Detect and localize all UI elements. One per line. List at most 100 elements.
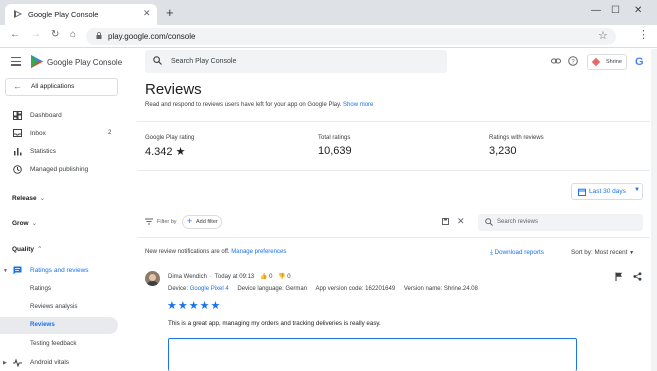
hamburger-menu-icon[interactable] [11, 57, 21, 68]
add-filter-button[interactable]: + Add filter [182, 215, 222, 229]
star-icon: ★ [188, 300, 200, 312]
filter-icon [145, 218, 153, 225]
manage-preferences-link[interactable]: Manage preferences [231, 249, 286, 255]
clear-filters-icon[interactable]: ✕ [457, 216, 465, 227]
statistics-icon [14, 148, 22, 156]
reload-icon[interactable]: ↻ [51, 29, 59, 40]
all-applications-label: All applications [31, 83, 75, 90]
page-title: Reviews [145, 81, 202, 98]
star-rating: ★★★★★ [167, 299, 221, 312]
bookmark-star-icon[interactable]: ☆ [598, 29, 608, 42]
review-time: Today at 09:13 [214, 274, 255, 280]
section-label: Release [12, 195, 37, 202]
sidebar-subitem-reviews[interactable]: Reviews [0, 317, 118, 334]
search-icon [485, 218, 493, 226]
device-link[interactable]: Google Pixel 4 [190, 286, 229, 292]
lock-icon [96, 32, 102, 39]
app-selector-label: Shrine [606, 59, 622, 65]
link-icon[interactable] [551, 56, 561, 66]
caret-right-icon: ▶ [3, 360, 7, 366]
star-icon: ★ [199, 300, 211, 312]
google-play-rating-value: 4.342 ★ [145, 145, 185, 158]
help-icon[interactable]: ? [568, 56, 578, 66]
search-reviews-input[interactable]: Search reviews [478, 214, 643, 231]
address-bar[interactable]: play.google.com/console ☆ [86, 28, 616, 45]
inbox-icon [13, 129, 22, 137]
google-account-icon[interactable]: G [635, 56, 644, 68]
app-version-code: App version code: 162201649 [315, 286, 396, 292]
download-icon: ⤓ [490, 249, 493, 256]
window-close-icon[interactable]: ✕ [634, 5, 642, 16]
review-header: Dima Wendich · Today at 09:13 👍 0 👎 0 [168, 273, 291, 280]
sidebar-item-ratings-and-reviews[interactable]: ▼ Ratings and reviews [0, 262, 118, 280]
stat-label: Total ratings [318, 135, 351, 141]
show-more-link[interactable]: Show more [343, 102, 373, 108]
review-metadata: Device: Google Pixel 4 Device language: … [168, 286, 478, 292]
sidebar-subitem-reviews-analysis[interactable]: Reviews analysis [0, 299, 118, 316]
thumbs-down-icon[interactable]: 👎 [278, 273, 285, 280]
download-reports-label: Download reports [494, 249, 544, 256]
minimize-icon[interactable]: — [591, 5, 601, 16]
app-selector-chip[interactable]: Shrine [587, 54, 627, 70]
flag-icon[interactable] [615, 272, 623, 281]
sidebar-item-label: Statistics [30, 148, 57, 155]
reviews-icon [13, 266, 22, 275]
star-icon: ★ [175, 146, 186, 158]
new-tab-icon[interactable]: + [166, 5, 174, 20]
notice-text: New review notifications are off. [145, 249, 230, 255]
sidebar-section-quality[interactable]: Quality ⌃ [12, 245, 43, 253]
star-icon: ★ [167, 300, 178, 312]
plus-icon: + [187, 216, 193, 226]
sidebar-section-grow[interactable]: Grow ⌄ [12, 219, 37, 227]
divider [137, 237, 650, 238]
home-icon[interactable]: ⌂ [70, 29, 76, 40]
inbox-count-badge: 2 [108, 130, 112, 136]
avatar [145, 271, 160, 286]
app-name: Google Play Console [47, 58, 123, 67]
date-range-selector[interactable]: Last 30 days ▼ [571, 183, 643, 200]
sort-by-dropdown[interactable]: Sort by: Most recent ▼ [571, 249, 634, 256]
chevron-up-icon: ⌃ [37, 246, 43, 253]
sidebar-item-label: Inbox [30, 130, 46, 137]
sidebar-item-dashboard[interactable]: Dashboard [0, 107, 118, 125]
sort-by-label: Sort by: Most recent [571, 249, 628, 256]
sidebar-item-inbox[interactable]: Inbox 2 [0, 125, 118, 143]
date-range-label: Last 30 days [589, 188, 626, 195]
download-reports-button[interactable]: ⤓ Download reports [490, 249, 544, 257]
all-applications-button[interactable]: ← All applications [5, 78, 118, 96]
tab-close-icon[interactable]: ✕ [143, 8, 151, 19]
browser-tab[interactable]: Google Play Console ✕ [5, 4, 157, 25]
caret-down-icon: ▼ [629, 250, 635, 256]
sidebar-item-android-vitals[interactable]: ▶ Android vitals [0, 354, 118, 371]
sidebar-subitem-label: Reviews analysis [30, 303, 78, 310]
thumbs-up-icon[interactable]: 👍 [260, 273, 267, 280]
forward-arrow-icon[interactable]: → [31, 29, 41, 40]
browser-toolbar: ← → ↻ ⌂ play.google.com/console ☆ ⋮ [0, 25, 657, 48]
tab-title: Google Play Console [28, 10, 99, 19]
sidebar-item-statistics[interactable]: Statistics [0, 143, 118, 161]
sidebar-item-managed-publishing[interactable]: Managed publishing [0, 161, 118, 179]
vertical-scrollbar[interactable] [651, 49, 657, 371]
calendar-icon [578, 188, 586, 196]
device-language: Device language: German [237, 286, 308, 292]
search-input[interactable]: Search Play Console [145, 50, 447, 73]
browser-menu-icon[interactable]: ⋮ [638, 28, 649, 41]
search-icon [153, 56, 162, 65]
star-icon: ★ [177, 300, 189, 312]
sidebar-item-label: Android vitals [30, 359, 70, 366]
save-filter-icon[interactable] [442, 218, 449, 225]
helpful-count: 0 [269, 274, 273, 280]
url-text: play.google.com/console [108, 32, 196, 41]
share-icon[interactable] [633, 272, 642, 281]
sidebar-item-label: Ratings and reviews [30, 267, 89, 274]
sidebar-subitem-testing-feedback[interactable]: Testing feedback [0, 336, 118, 353]
sidebar-subitem-label: Testing feedback [30, 340, 77, 347]
rating-number: 4.342 [145, 146, 173, 158]
sidebar-section-release[interactable]: Release ⌄ [12, 194, 45, 202]
maximize-icon[interactable]: ☐ [611, 5, 620, 16]
sidebar-subitem-ratings[interactable]: Ratings [0, 281, 118, 298]
reply-textarea[interactable] [168, 338, 577, 371]
back-arrow-icon[interactable]: ← [10, 29, 20, 40]
unhelpful-count: 0 [287, 274, 291, 280]
shrine-app-icon [591, 57, 601, 67]
